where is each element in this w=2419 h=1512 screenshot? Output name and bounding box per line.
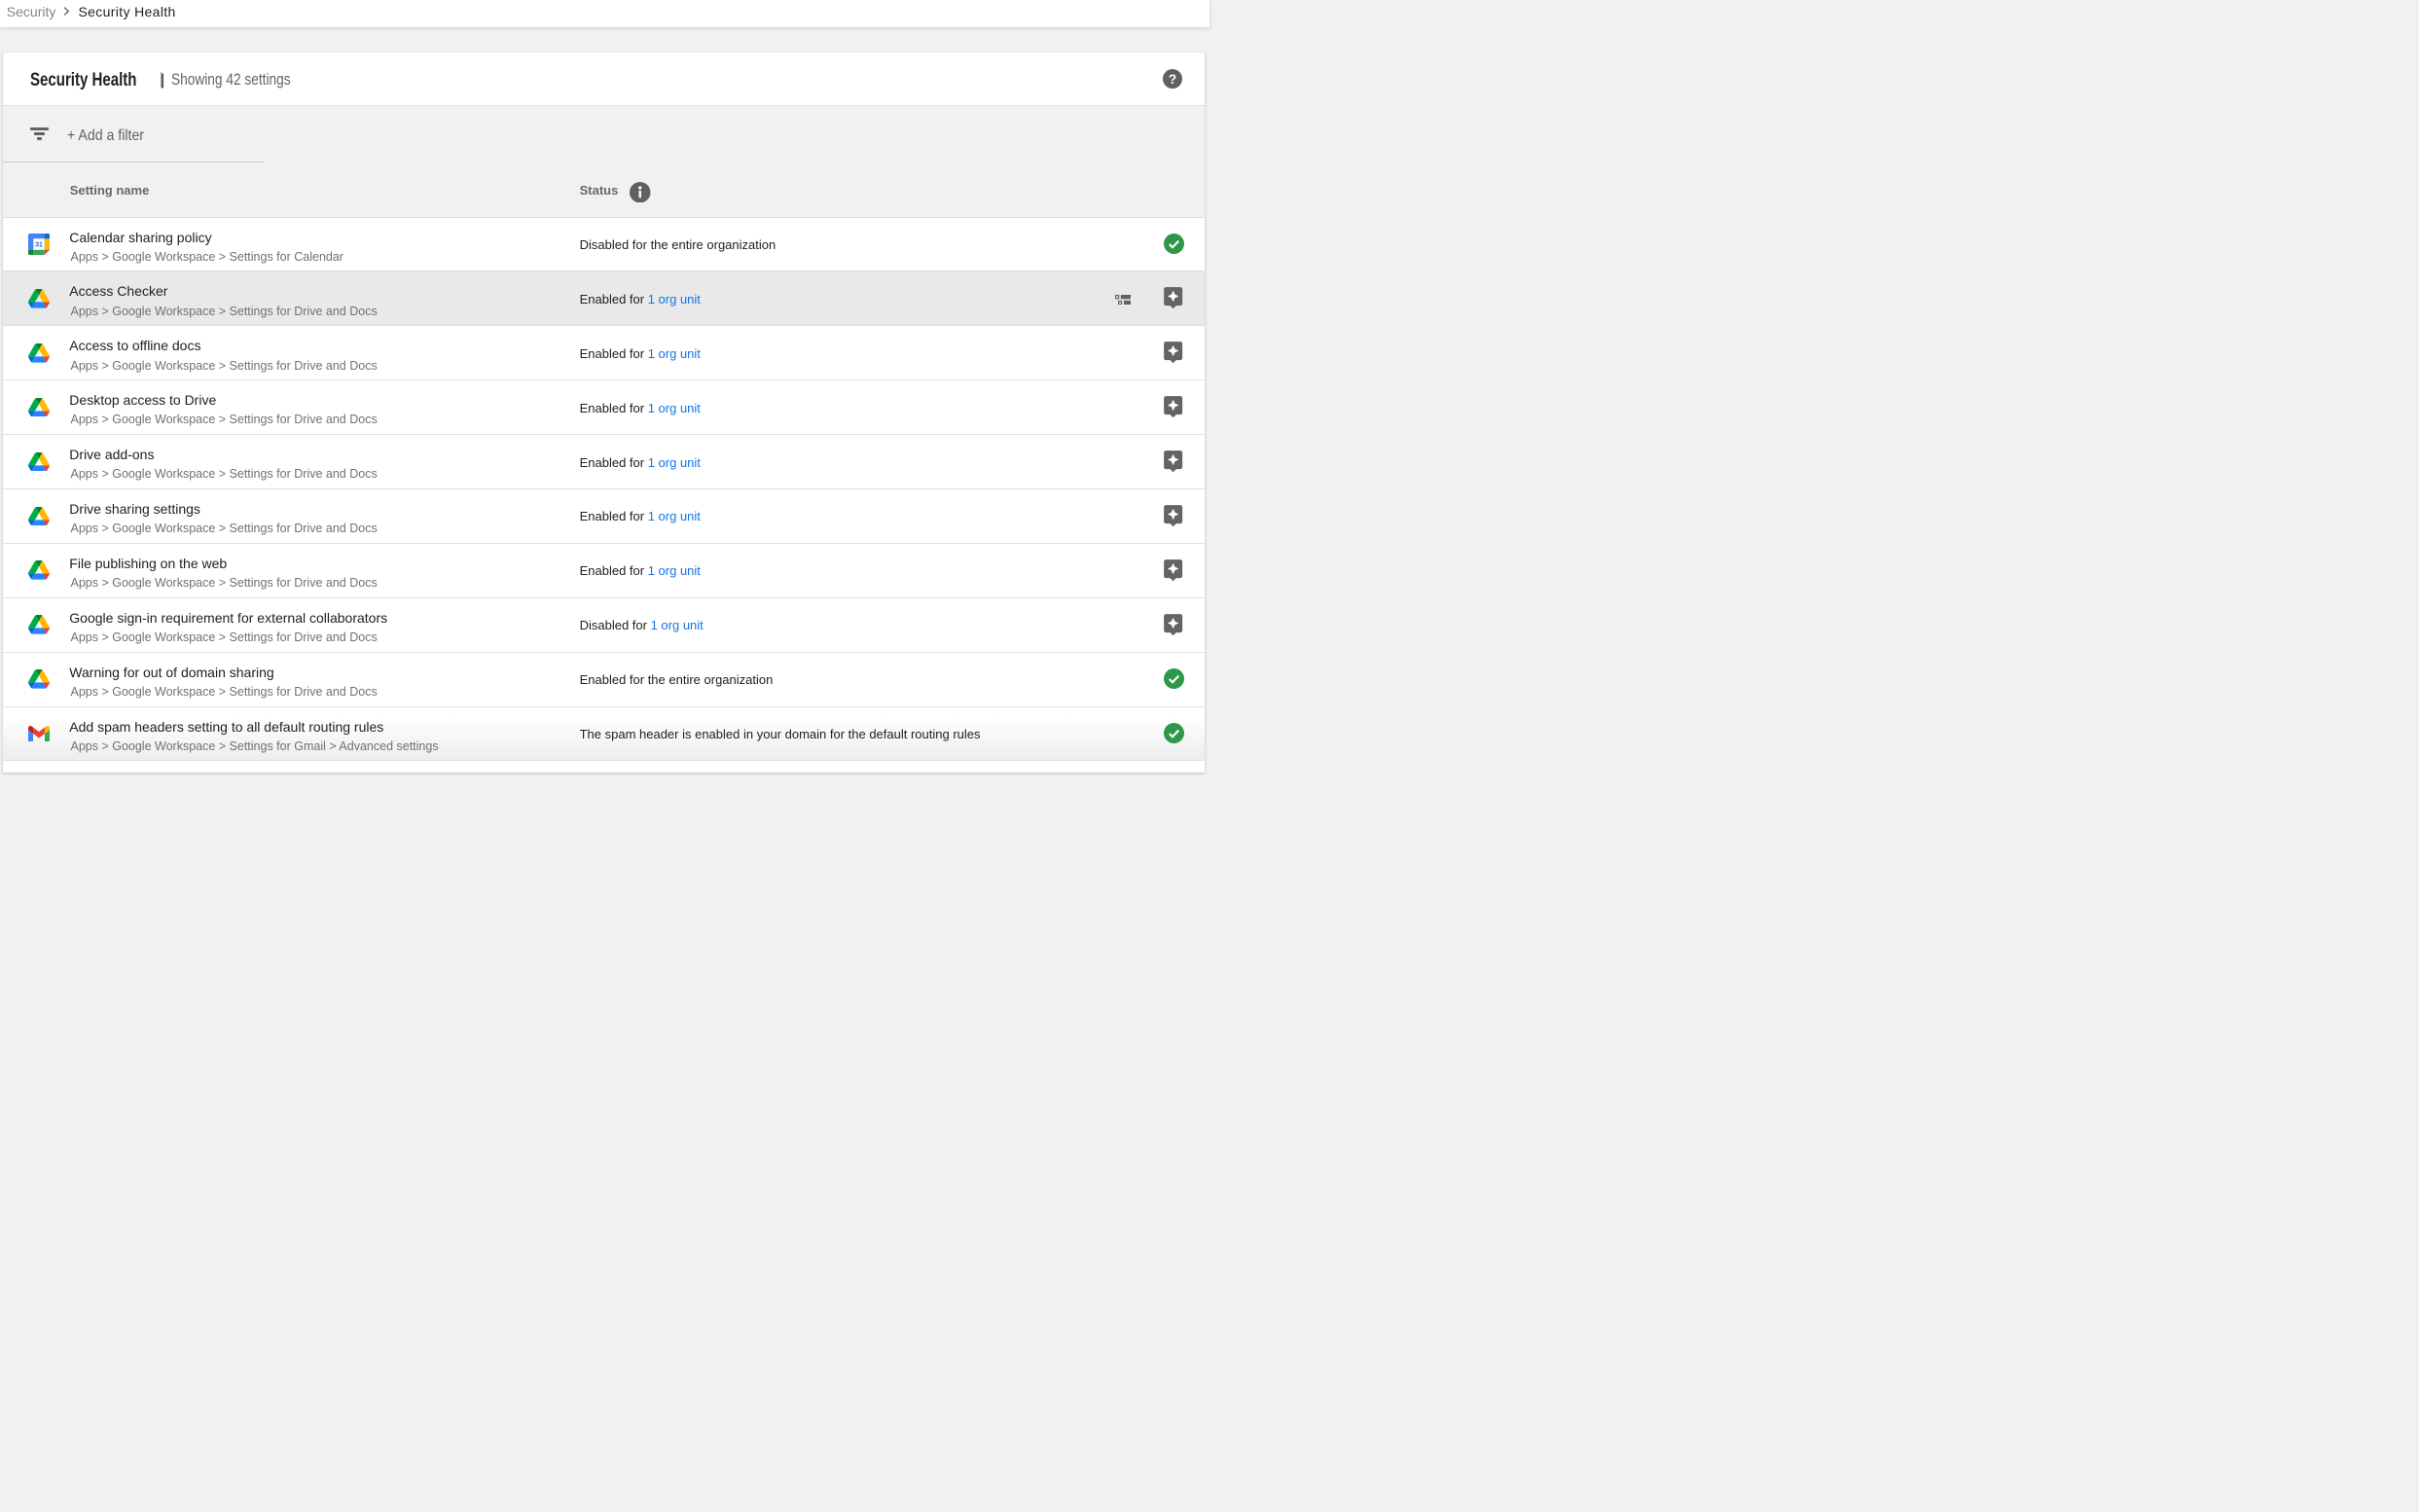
svg-text:31: 31 [35, 242, 43, 249]
